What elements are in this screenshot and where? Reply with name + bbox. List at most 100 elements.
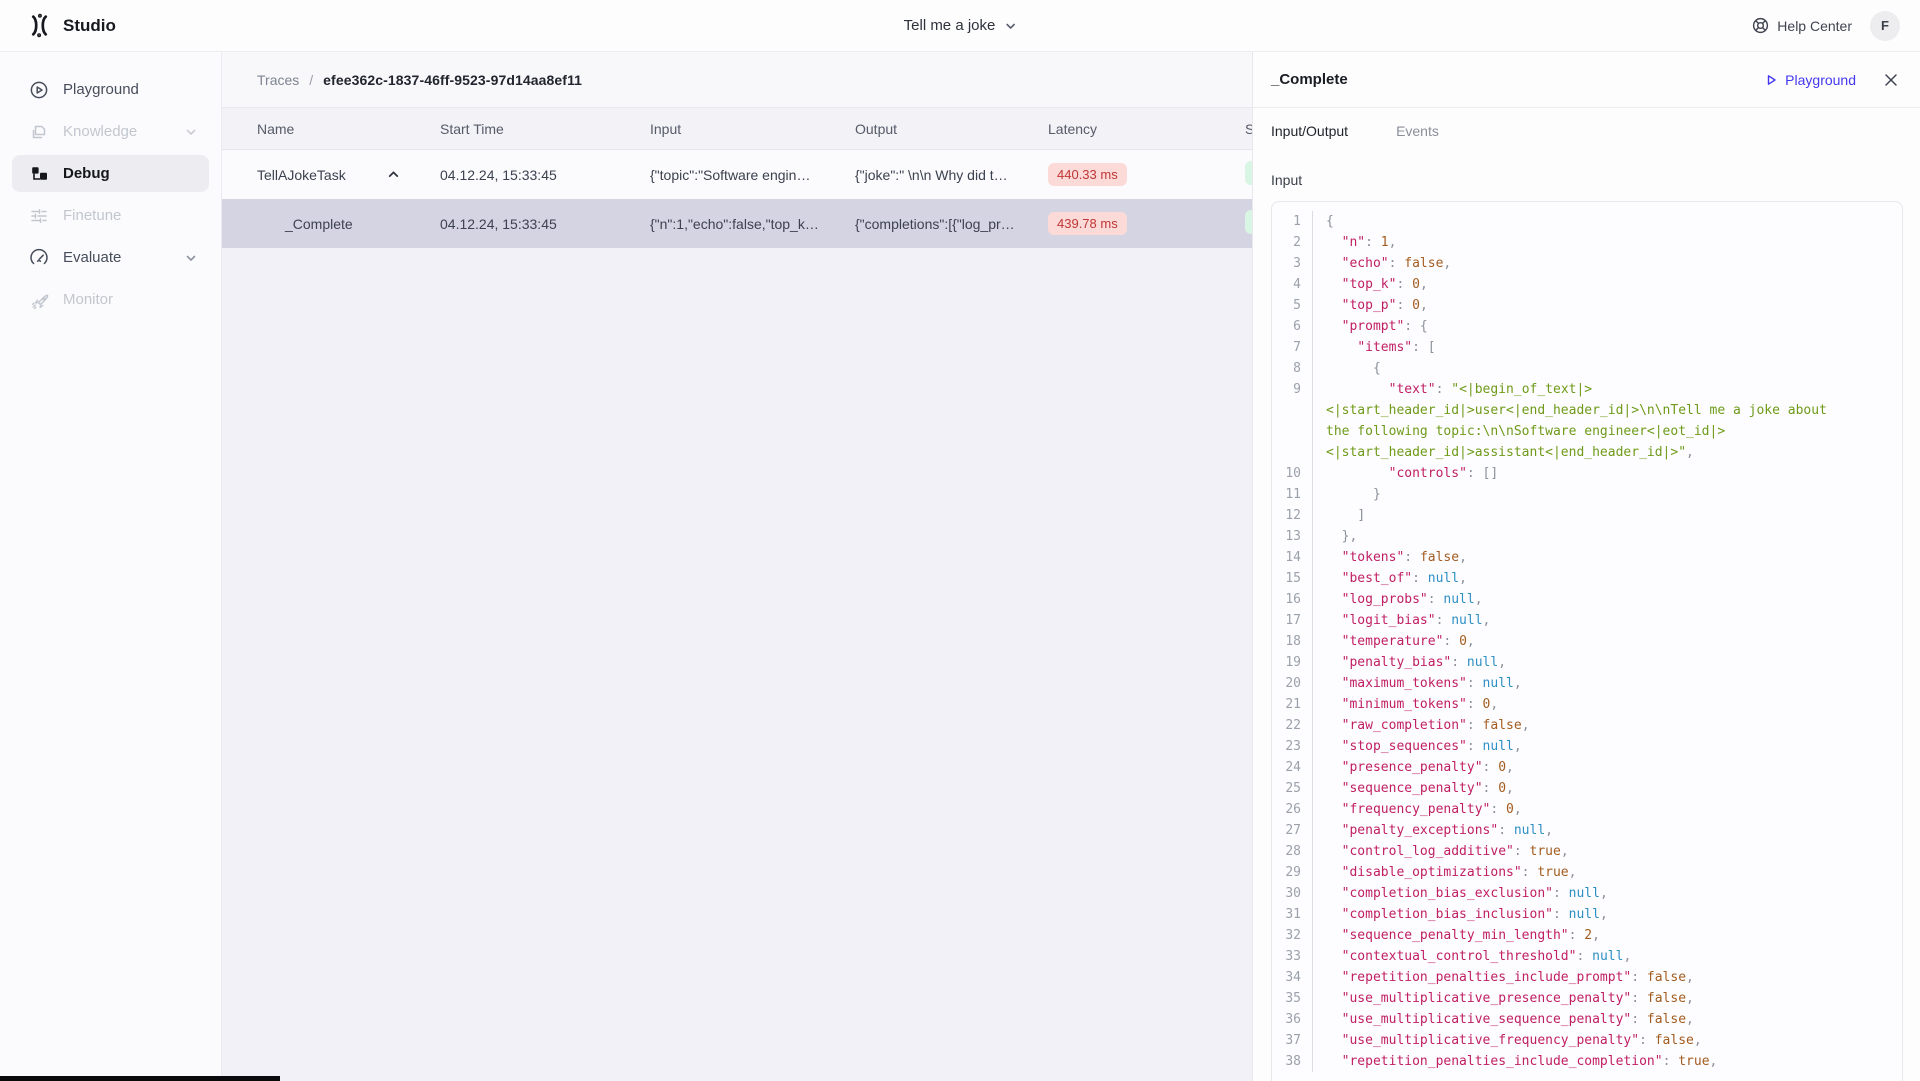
- line-number: 15: [1272, 568, 1312, 589]
- input-cell: {"n":1,"echo":false,"top_k…: [650, 216, 855, 232]
- breadcrumb-traces-link[interactable]: Traces: [257, 72, 299, 88]
- line-number: 19: [1272, 652, 1312, 673]
- sidebar-item-label: Finetune: [63, 207, 121, 224]
- gauge-icon: [29, 248, 49, 268]
- line-number: 29: [1272, 862, 1312, 883]
- code-content: "completion_bias_exclusion": null,: [1312, 883, 1902, 904]
- latency-badge: 439.78 ms: [1048, 212, 1127, 235]
- status-badge: [1245, 210, 1252, 234]
- line-number: 21: [1272, 694, 1312, 715]
- output-cell: {"joke":" \n\n Why did t…: [855, 167, 1048, 183]
- code-line: 12 ]: [1272, 505, 1902, 526]
- code-content: "tokens": false,: [1312, 547, 1902, 568]
- code-content: "log_probs": null,: [1312, 589, 1902, 610]
- studio-logo-icon: [26, 12, 53, 39]
- code-line: 11 }: [1272, 484, 1902, 505]
- code-content: "disable_optimizations": true,: [1312, 862, 1902, 883]
- code-content: "items": [: [1312, 337, 1902, 358]
- code-content: ]: [1312, 505, 1902, 526]
- code-content: "completion_bias_inclusion": null,: [1312, 904, 1902, 925]
- chevron-down-icon: [185, 126, 197, 138]
- input-json-viewer[interactable]: 1{2 "n": 1,3 "echo": false,4 "top_k": 0,…: [1271, 201, 1903, 1081]
- tab-input-output[interactable]: Input/Output: [1271, 123, 1348, 139]
- column-header-input: Input: [650, 121, 855, 137]
- sidebar-item-playground[interactable]: Playground: [12, 71, 209, 108]
- top-bar: Studio Tell me a joke Help Center F: [0, 0, 1920, 52]
- close-icon[interactable]: [1884, 73, 1898, 87]
- line-number: 1: [1272, 211, 1312, 232]
- line-number: 37: [1272, 1030, 1312, 1051]
- line-number: 14: [1272, 547, 1312, 568]
- line-number: 32: [1272, 925, 1312, 946]
- code-content: "penalty_bias": null,: [1312, 652, 1902, 673]
- user-avatar[interactable]: F: [1870, 11, 1900, 41]
- sidebar-item-label: Evaluate: [63, 249, 121, 266]
- sidebar-item-label: Knowledge: [63, 123, 137, 140]
- code-content: "use_multiplicative_sequence_penalty": f…: [1312, 1009, 1902, 1030]
- line-number: 23: [1272, 736, 1312, 757]
- help-center-button[interactable]: Help Center: [1752, 17, 1852, 34]
- help-center-label: Help Center: [1777, 18, 1852, 34]
- code-line: 25 "sequence_penalty": 0,: [1272, 778, 1902, 799]
- line-number: 31: [1272, 904, 1312, 925]
- code-lines: 1{2 "n": 1,3 "echo": false,4 "top_k": 0,…: [1272, 211, 1902, 1072]
- trace-row--complete[interactable]: _Complete04.12.24, 15:33:45{"n":1,"echo"…: [222, 199, 1252, 248]
- code-content: "prompt": {: [1312, 316, 1902, 337]
- code-line: 29 "disable_optimizations": true,: [1272, 862, 1902, 883]
- code-content: "n": 1,: [1312, 232, 1902, 253]
- open-in-playground-label: Playground: [1785, 72, 1856, 88]
- input-section-label: Input: [1253, 154, 1920, 201]
- line-number: 22: [1272, 715, 1312, 736]
- project-selector-label: Tell me a joke: [904, 17, 996, 34]
- window-edge-artifact: [0, 1076, 280, 1081]
- line-number: 17: [1272, 610, 1312, 631]
- code-content: "sequence_penalty": 0,: [1312, 778, 1902, 799]
- span-name: _Complete: [285, 216, 353, 232]
- line-number: 27: [1272, 820, 1312, 841]
- code-content: {: [1312, 211, 1902, 232]
- code-content: "control_log_additive": true,: [1312, 841, 1902, 862]
- line-number: 20: [1272, 673, 1312, 694]
- code-content: "echo": false,: [1312, 253, 1902, 274]
- code-line: 16 "log_probs": null,: [1272, 589, 1902, 610]
- column-header-name: Name: [257, 121, 440, 137]
- sidebar-item-label: Monitor: [63, 291, 113, 308]
- line-number: 36: [1272, 1009, 1312, 1030]
- rocket-icon: [29, 290, 49, 310]
- line-number: 13: [1272, 526, 1312, 547]
- code-content: "minimum_tokens": 0,: [1312, 694, 1902, 715]
- latency-badge: 440.33 ms: [1048, 163, 1127, 186]
- collapse-chevron-up-icon[interactable]: [387, 168, 400, 181]
- code-content: "repetition_penalties_include_completion…: [1312, 1051, 1902, 1072]
- line-number: 5: [1272, 295, 1312, 316]
- project-selector[interactable]: Tell me a joke: [904, 17, 1017, 34]
- sidebar-item-label: Debug: [63, 165, 110, 182]
- sidebar-item-finetune[interactable]: Finetune: [12, 197, 209, 234]
- code-line: 27 "penalty_exceptions": null,: [1272, 820, 1902, 841]
- sidebar-item-debug[interactable]: Debug: [12, 155, 209, 192]
- line-number: 4: [1272, 274, 1312, 295]
- code-content: "raw_completion": false,: [1312, 715, 1902, 736]
- code-line: 32 "sequence_penalty_min_length": 2,: [1272, 925, 1902, 946]
- code-line: 20 "maximum_tokens": null,: [1272, 673, 1902, 694]
- code-line: 15 "best_of": null,: [1272, 568, 1902, 589]
- line-number: 38: [1272, 1051, 1312, 1072]
- sidebar-item-monitor[interactable]: Monitor: [12, 281, 209, 318]
- code-content: "stop_sequences": null,: [1312, 736, 1902, 757]
- code-content: "frequency_penalty": 0,: [1312, 799, 1902, 820]
- tab-events[interactable]: Events: [1396, 123, 1439, 139]
- sidebar-item-evaluate[interactable]: Evaluate: [12, 239, 209, 276]
- output-cell: {"completions":[{"log_pr…: [855, 216, 1048, 232]
- line-number: 11: [1272, 484, 1312, 505]
- code-line: 19 "penalty_bias": null,: [1272, 652, 1902, 673]
- tree-icon: [29, 164, 49, 184]
- line-number: 26: [1272, 799, 1312, 820]
- sidebar-item-knowledge[interactable]: Knowledge: [12, 113, 209, 150]
- trace-row-tellajoketask[interactable]: TellAJokeTask04.12.24, 15:33:45{"topic":…: [222, 150, 1252, 199]
- breadcrumb-separator: /: [309, 72, 313, 88]
- code-line: 36 "use_multiplicative_sequence_penalty"…: [1272, 1009, 1902, 1030]
- line-number: 6: [1272, 316, 1312, 337]
- start-time-cell: 04.12.24, 15:33:45: [440, 167, 650, 183]
- brand-title: Studio: [63, 16, 116, 36]
- open-in-playground-button[interactable]: Playground: [1766, 72, 1856, 88]
